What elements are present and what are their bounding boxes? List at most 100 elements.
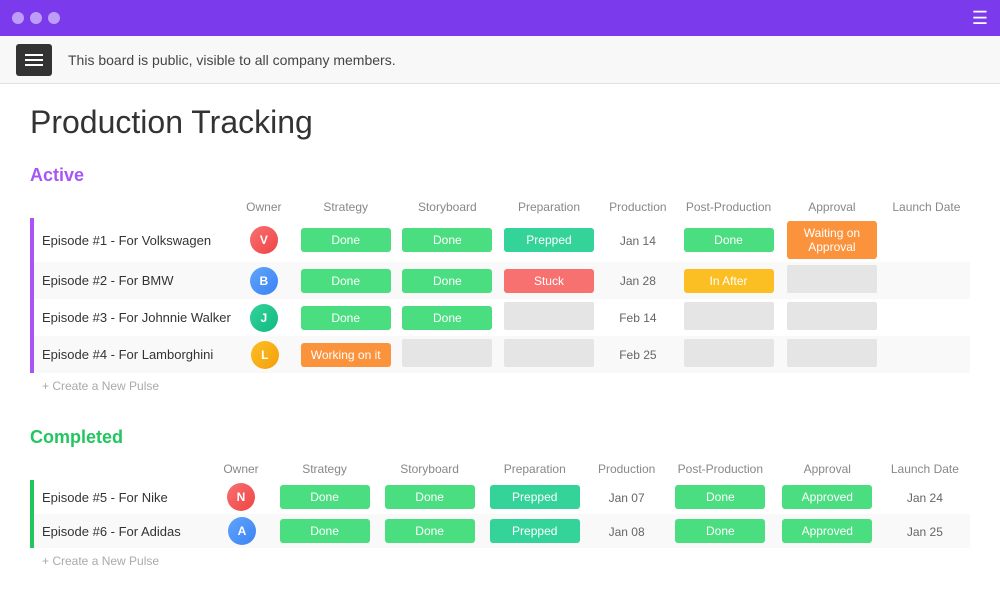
production-date: Feb 25 [619, 348, 656, 362]
page-title: Production Tracking [30, 104, 970, 141]
storyboard-cell: Done [377, 480, 482, 514]
col-post-production: Post-Production [676, 196, 781, 218]
main-content: Production Tracking Active Owner Strateg… [0, 84, 1000, 600]
col-approval-c: Approval [775, 458, 880, 480]
owner-cell: B [235, 262, 295, 299]
launch-date: Jan 24 [907, 491, 943, 505]
production-date: Jan 28 [620, 274, 656, 288]
post-production-cell: In After [676, 262, 781, 299]
post-production-cell: Done [666, 480, 775, 514]
launch-date: Jan 25 [907, 525, 943, 539]
production-cell: Feb 25 [600, 336, 676, 373]
empty-cell [787, 339, 877, 367]
episode-name: Episode #6 - For Adidas [32, 514, 212, 548]
status-badge: Waiting on Approval [787, 221, 877, 259]
strategy-cell: Working on it [295, 336, 397, 373]
owner-cell: L [235, 336, 295, 373]
status-badge: Done [684, 228, 774, 252]
completed-create-pulse[interactable]: + Create a New Pulse [30, 548, 171, 574]
announcement-bar: This board is public, visible to all com… [0, 36, 1000, 84]
empty-cell [787, 265, 877, 293]
post-production-cell: Done [666, 514, 775, 548]
status-badge: Approved [782, 485, 872, 509]
post-production-cell: Done [676, 218, 781, 262]
launch-date-cell: Jan 24 [880, 480, 970, 514]
col-name [32, 196, 235, 218]
strategy-cell: Done [272, 514, 377, 548]
production-date: Jan 14 [620, 234, 656, 248]
strategy-cell: Done [295, 299, 397, 336]
empty-cell [787, 302, 877, 330]
production-date: Jan 07 [609, 491, 645, 505]
col-launch-date: Launch Date [883, 196, 970, 218]
status-badge: Done [301, 306, 391, 330]
status-badge: Done [675, 519, 765, 543]
episode-name: Episode #4 - For Lamborghini [32, 336, 235, 373]
approval-cell [781, 336, 883, 373]
title-bar-menu-icon[interactable]: ☰ [972, 8, 988, 29]
empty-cell [684, 339, 774, 367]
col-strategy-c: Strategy [272, 458, 377, 480]
status-badge: Done [280, 519, 370, 543]
table-row: Episode #5 - For Nike N Done Done Preppe… [32, 480, 970, 514]
col-approval: Approval [781, 196, 883, 218]
preparation-cell: Prepped [498, 218, 600, 262]
active-create-pulse[interactable]: + Create a New Pulse [30, 373, 171, 399]
storyboard-cell: Done [397, 218, 499, 262]
table-row: Episode #2 - For BMW B Done Done Stuck J… [32, 262, 970, 299]
window-controls [12, 12, 60, 24]
approval-cell: Approved [775, 480, 880, 514]
empty-cell [504, 302, 594, 330]
avatar: B [250, 267, 278, 295]
col-owner: Owner [235, 196, 295, 218]
launch-date-cell [883, 336, 970, 373]
col-launch-date-c: Launch Date [880, 458, 970, 480]
empty-cell [504, 339, 594, 367]
owner-cell: V [235, 218, 295, 262]
col-name-c [32, 458, 212, 480]
menu-button[interactable] [16, 44, 52, 76]
production-cell: Jan 28 [600, 262, 676, 299]
status-badge: Done [402, 306, 492, 330]
status-badge: Working on it [301, 343, 391, 367]
episode-name: Episode #5 - For Nike [32, 480, 212, 514]
announcement-text: This board is public, visible to all com… [68, 52, 396, 68]
col-owner-c: Owner [212, 458, 272, 480]
storyboard-cell [397, 336, 499, 373]
col-production-c: Production [587, 458, 666, 480]
owner-cell: A [212, 514, 272, 548]
owner-cell: J [235, 299, 295, 336]
episode-name: Episode #1 - For Volkswagen [32, 218, 235, 262]
status-badge: Done [280, 485, 370, 509]
owner-cell: N [212, 480, 272, 514]
approval-cell: Waiting on Approval [781, 218, 883, 262]
status-badge: Done [385, 519, 475, 543]
production-cell: Jan 08 [587, 514, 666, 548]
strategy-cell: Done [295, 262, 397, 299]
launch-date-cell [883, 218, 970, 262]
empty-cell [402, 339, 492, 367]
production-cell: Jan 14 [600, 218, 676, 262]
launch-date-cell [883, 299, 970, 336]
status-badge: In After [684, 269, 774, 293]
avatar: L [251, 341, 279, 369]
completed-table: Owner Strategy Storyboard Preparation Pr… [30, 458, 970, 548]
col-production: Production [600, 196, 676, 218]
preparation-cell: Prepped [482, 480, 587, 514]
avatar: J [250, 304, 278, 332]
status-badge: Approved [782, 519, 872, 543]
post-production-cell [676, 299, 781, 336]
dot-2 [30, 12, 42, 24]
status-badge: Done [675, 485, 765, 509]
status-badge: Done [301, 269, 391, 293]
table-row: Episode #6 - For Adidas A Done Done Prep… [32, 514, 970, 548]
avatar: N [227, 483, 255, 511]
dot-3 [48, 12, 60, 24]
status-badge: Done [402, 269, 492, 293]
active-section-header: Active [30, 165, 970, 186]
status-badge: Done [402, 228, 492, 252]
status-badge: Prepped [504, 228, 594, 252]
completed-section: Completed Owner Strategy Storyboard Prep… [30, 427, 970, 574]
strategy-cell: Done [295, 218, 397, 262]
status-badge: Prepped [490, 519, 580, 543]
